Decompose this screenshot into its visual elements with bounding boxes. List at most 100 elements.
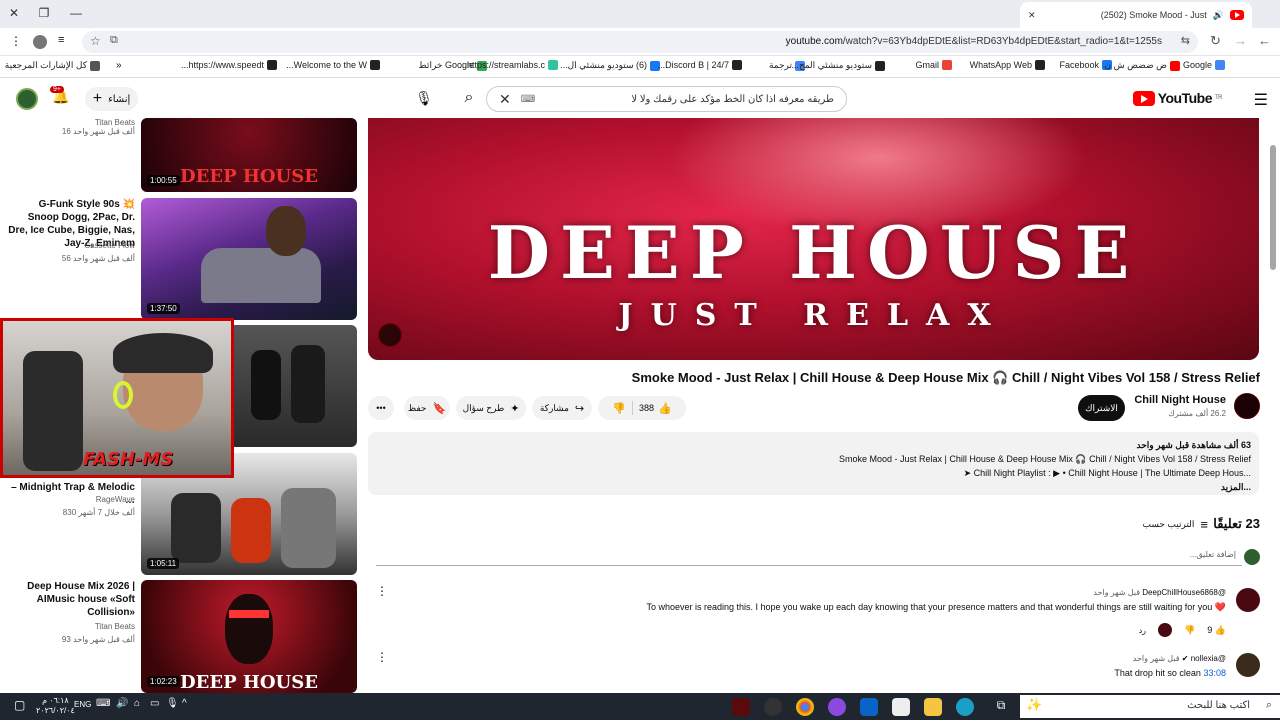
ask-button[interactable]: ✦ طرح سؤال (456, 396, 526, 420)
subscribe-button[interactable]: الاشتراك (1078, 395, 1125, 421)
voice-search-icon[interactable]: 🎙 (412, 86, 436, 110)
related-channel[interactable]: Cassette Flow (84, 241, 135, 250)
bookmark-item[interactable]: ستوديو منشئي المح... (791, 60, 885, 71)
duration-badge: 1:05:11 (147, 558, 180, 569)
comment-header: @DeepChillHouse6868 قبل شهر واحد (1093, 588, 1226, 597)
comment-menu-icon[interactable]: ⋮ (376, 650, 388, 664)
close-window-icon[interactable]: ✕ (6, 6, 22, 20)
search-input[interactable]: طريقه معرفه اذا كان الخط مؤكد على رقمك و… (486, 86, 847, 112)
bookmark-item[interactable]: https://www.speedt... (181, 60, 277, 70)
plus-icon: + (92, 90, 103, 107)
taskbar-search[interactable]: اكتب هنا للبحث ⌕ ✨ (1020, 695, 1280, 718)
media-control-icon[interactable]: ≡ (58, 34, 64, 46)
bookmark-favicon-icon (875, 60, 885, 71)
comment-menu-icon[interactable]: ⋮ (376, 584, 388, 598)
tab-youtube[interactable]: 🔊 (2502) Smoke Mood - Just ✕ (1020, 2, 1252, 28)
create-button[interactable]: إنشاء + (85, 87, 138, 111)
bookmark-label: WhatsApp Web (969, 60, 1032, 70)
add-comment-input[interactable]: إضافة تعليق... (1190, 550, 1236, 559)
related-thumbnail[interactable]: DEEP HOUSE 1:00:55 (141, 118, 357, 192)
install-app-icon[interactable]: ⧉ (110, 34, 118, 47)
video-player[interactable]: DEEP HOUSE JUST RELAX (368, 118, 1259, 360)
bookmark-item[interactable]: 24/7 | Discord B... (658, 60, 742, 70)
file-explorer-icon[interactable] (924, 698, 942, 716)
related-thumbnail[interactable]: DEEP HOUSE 1:02:23 (141, 580, 357, 693)
reload-icon[interactable]: ↻ (1210, 33, 1221, 49)
save-button[interactable]: 🔖 حفظ (404, 396, 450, 420)
obs-app-icon[interactable] (732, 698, 750, 716)
comment-dislike-button[interactable]: 👎 (1184, 625, 1195, 636)
guide-menu-icon[interactable]: ☰ (1254, 90, 1268, 110)
youtube-logo[interactable]: YouTube TR (1132, 90, 1223, 106)
network-icon[interactable]: ⌂ (134, 698, 140, 709)
account-avatar[interactable] (16, 88, 38, 110)
bookmark-item[interactable]: Welcome to the W... (286, 60, 380, 70)
streamer-name: FASH-MS (83, 449, 174, 470)
forward-icon[interactable]: → (1234, 33, 1247, 48)
bookmark-item[interactable]: كل الإشارات المرجعية (5, 60, 100, 71)
sort-icon: ≡ (1200, 517, 1208, 532)
clear-search-icon[interactable]: ✕ (499, 91, 511, 108)
edge-icon[interactable] (956, 698, 974, 716)
reply-button[interactable]: رد (1139, 626, 1146, 635)
battery-icon[interactable]: ▭ (150, 698, 159, 709)
channel-avatar[interactable] (1234, 393, 1260, 419)
app-icon[interactable] (828, 698, 846, 716)
view-count: 63 ألف مشاهدة قبل شهر واحد (1136, 440, 1251, 450)
search-button[interactable]: ⌕ (452, 86, 486, 112)
keyboard-tray-icon[interactable]: ⌨ (96, 698, 110, 709)
related-channel[interactable]: Titan Beats (95, 622, 135, 631)
minimize-window-icon[interactable]: — (68, 6, 84, 20)
chrome-icon[interactable] (796, 698, 814, 716)
duration-badge: 1:00:55 (147, 175, 180, 186)
timestamp-link[interactable]: 33:08 (1203, 668, 1226, 678)
bookmark-star-icon[interactable]: ☆ (90, 34, 101, 48)
language-indicator[interactable]: ENG (74, 700, 91, 709)
mic-tray-icon[interactable]: 🎙 (166, 698, 179, 709)
tab-title: (2502) Smoke Mood - Just (1100, 10, 1207, 20)
close-tab-icon[interactable]: ✕ (1028, 10, 1036, 21)
dislike-button[interactable]: 👎 (612, 402, 626, 415)
bookmark-item[interactable]: Google (1183, 60, 1225, 70)
menu-dots-icon[interactable]: ⋮ (10, 34, 22, 48)
address-bar[interactable]: ☆ ⧉ youtube.com/watch?v=63Yb4dpEDtE&list… (82, 31, 1198, 53)
channel-watermark-icon (378, 323, 402, 347)
comment-avatar[interactable] (1236, 588, 1260, 612)
related-title[interactable]: Deep House Mix 2026 | AIMusic house «Sof… (5, 580, 135, 619)
profile-icon[interactable] (33, 35, 47, 49)
site-info-icon[interactable]: ⇆ (1181, 34, 1190, 47)
more-link[interactable]: ...المزيد (376, 480, 1251, 494)
clock[interactable]: ٠٦:١٨ م ٢٠٢٦/٠٢/٠٤ (36, 696, 75, 716)
bookmark-item[interactable]: https://streamlabs.c... (459, 60, 558, 70)
sort-button[interactable]: ≡ الترتيب حسب (1142, 517, 1208, 532)
bookmark-favicon-icon (267, 60, 277, 70)
notification-center-icon[interactable]: ▢ (14, 698, 25, 712)
bookmark-item[interactable]: (6) ستوديو منشئي ال... (560, 60, 660, 71)
share-button[interactable]: ↪ مشاركة (532, 396, 592, 420)
keyboard-icon[interactable]: ⌨ (521, 94, 535, 105)
back-icon[interactable]: ← (1258, 33, 1271, 48)
description-line[interactable]: ➤ Chill Night Playlist : ▶ • Chill Night… (376, 466, 1251, 480)
channel-name[interactable]: Chill Night House (1134, 394, 1226, 406)
app-icon[interactable] (764, 698, 782, 716)
mail-icon[interactable] (860, 698, 878, 716)
store-icon[interactable] (892, 698, 910, 716)
bookmarks-overflow-icon[interactable]: « (116, 60, 122, 71)
description-box[interactable]: 63 ألف مشاهدة قبل شهر واحد Smoke Mood - … (368, 432, 1259, 495)
volume-icon[interactable]: 🔊 (116, 698, 128, 709)
comment-avatar[interactable] (1236, 653, 1260, 677)
bookmark-item[interactable]: Gmail (915, 60, 952, 70)
related-channel[interactable]: Titan Beats (95, 118, 135, 127)
bookmark-item[interactable]: ض ضضض ش ن (1105, 60, 1180, 71)
comment-like-button[interactable]: 👍 9 (1207, 625, 1226, 636)
related-thumbnail[interactable]: 1:37:50 (141, 198, 357, 320)
restore-window-icon[interactable]: ❐ (36, 6, 52, 20)
like-dislike-group: 👍 388 👎 (598, 396, 686, 420)
like-button[interactable]: 👍 388 (639, 402, 672, 415)
tray-overflow-icon[interactable]: ^ (182, 698, 187, 709)
related-channel[interactable]: RageWave (96, 495, 135, 504)
page-scrollbar[interactable] (1270, 145, 1276, 270)
more-actions-button[interactable]: ••• (368, 396, 394, 420)
bookmark-item[interactable]: WhatsApp Web (970, 60, 1045, 70)
task-view-icon[interactable]: ⧉ (992, 698, 1010, 716)
